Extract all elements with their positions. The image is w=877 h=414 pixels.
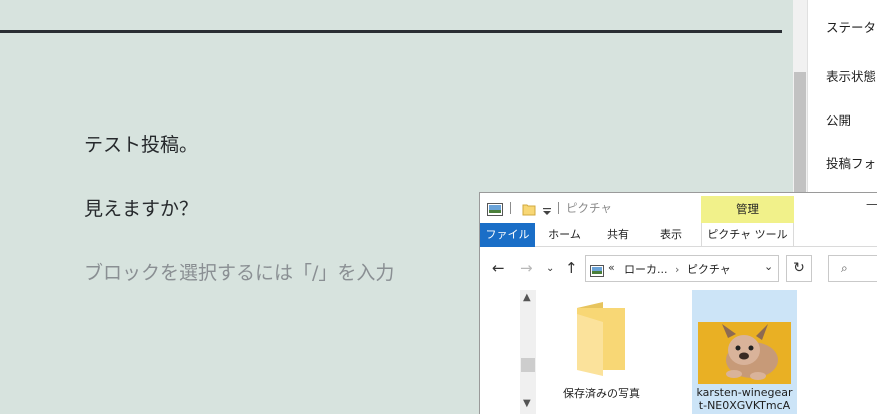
sidebar-item-visibility[interactable]: 表示状態 bbox=[826, 66, 876, 85]
image-thumbnail bbox=[698, 322, 791, 384]
screen: テスト投稿。 見えますか？ ブロックを選択するには「/」を入力 ステータ 表示状… bbox=[0, 0, 877, 414]
file-item-image[interactable]: karsten-winegear t-NE0XGVKTmcA bbox=[692, 290, 797, 414]
toolbar-divider bbox=[558, 202, 559, 214]
large-folder-icon bbox=[577, 302, 625, 376]
title-bar[interactable]: ピクチャ 管理 — bbox=[480, 193, 877, 223]
breadcrumb-pictures[interactable]: ピクチャ bbox=[687, 263, 731, 276]
search-input[interactable]: ⌕ bbox=[828, 255, 877, 282]
tab-share[interactable]: 共有 bbox=[596, 223, 640, 247]
navigation-bar: ← → ⌄ ↑ « ローカ... › ピクチャ ⌄ ↻ ⌕ bbox=[480, 248, 877, 290]
file-list[interactable]: ▲ ▼ 保存済みの写真 karsten-winegear t-NE0XGVKTm… bbox=[480, 290, 877, 414]
ribbon-tabs: ファイル ホーム 共有 表示 ピクチャ ツール bbox=[480, 223, 877, 247]
address-dropdown-icon[interactable]: ⌄ bbox=[764, 260, 773, 273]
sidebar-item-status[interactable]: ステータ bbox=[826, 17, 876, 36]
breadcrumb-local[interactable]: ローカ... bbox=[624, 263, 668, 276]
window-title: ピクチャ bbox=[566, 201, 612, 215]
address-bar[interactable]: « ローカ... › ピクチャ ⌄ bbox=[585, 255, 779, 282]
paragraph-block[interactable]: 見えますか？ bbox=[84, 194, 198, 221]
folder-thumb bbox=[549, 290, 654, 380]
up-arrow-icon[interactable]: ↑ bbox=[565, 260, 578, 276]
scrollbar-thumb[interactable] bbox=[521, 358, 535, 372]
refresh-button[interactable]: ↻ bbox=[786, 255, 812, 282]
tab-file[interactable]: ファイル bbox=[480, 223, 535, 247]
breadcrumb: ローカ... › ピクチャ bbox=[624, 261, 731, 277]
nav-pane-scrollbar[interactable] bbox=[520, 290, 536, 414]
file-name: karsten-winegear t-NE0XGVKTmcA bbox=[692, 386, 797, 412]
tab-view[interactable]: 表示 bbox=[650, 223, 692, 247]
breadcrumb-separator-icon: › bbox=[675, 263, 680, 276]
window-icon[interactable] bbox=[487, 201, 503, 220]
search-icon: ⌕ bbox=[841, 261, 848, 275]
sidebar-item-post-format[interactable]: 投稿フォ bbox=[826, 153, 876, 172]
sidebar-item-publish[interactable]: 公開 bbox=[826, 110, 851, 129]
back-arrow-icon[interactable]: ← bbox=[492, 260, 505, 276]
recent-locations-chevron-icon[interactable]: ⌄ bbox=[546, 261, 554, 277]
toolbar-divider bbox=[510, 202, 511, 214]
paragraph-block[interactable]: テスト投稿。 bbox=[84, 130, 198, 157]
tab-manage[interactable]: 管理 bbox=[701, 196, 794, 223]
overflow-chevron[interactable]: « bbox=[608, 261, 615, 274]
block-placeholder[interactable]: ブロックを選択するには「/」を入力 bbox=[84, 258, 394, 285]
separator-block bbox=[0, 30, 782, 33]
file-name-line: t-NE0XGVKTmcA bbox=[698, 399, 791, 412]
file-name-line: karsten-winegear bbox=[696, 386, 793, 399]
tab-picture-tools[interactable]: ピクチャ ツール bbox=[701, 223, 794, 247]
scroll-down-icon[interactable]: ▼ bbox=[523, 398, 531, 409]
pictures-location-icon bbox=[590, 262, 604, 281]
tab-home[interactable]: ホーム bbox=[542, 223, 587, 247]
file-item-folder[interactable]: 保存済みの写真 bbox=[549, 290, 654, 414]
folder-icon[interactable] bbox=[522, 201, 536, 220]
file-explorer-window[interactable]: ピクチャ 管理 — ファイル ホーム 共有 表示 ピクチャ ツール ← → ⌄ … bbox=[479, 192, 877, 414]
quick-access-dropdown-icon[interactable] bbox=[542, 202, 552, 221]
scroll-up-icon[interactable]: ▲ bbox=[523, 292, 531, 303]
minimize-icon[interactable]: — bbox=[866, 197, 877, 211]
forward-arrow-icon[interactable]: → bbox=[520, 260, 533, 276]
file-name: 保存済みの写真 bbox=[563, 387, 640, 400]
